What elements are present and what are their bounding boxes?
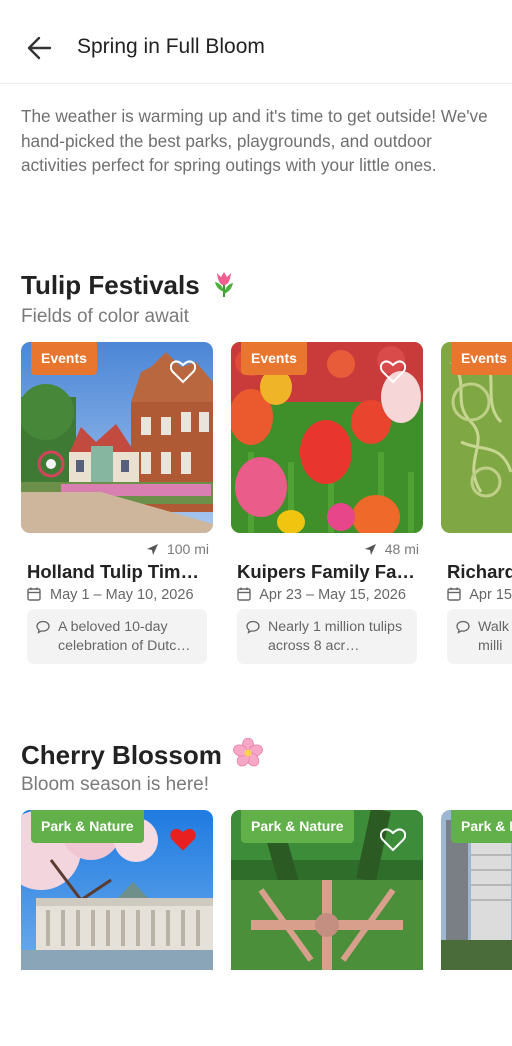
heart-outline-icon[interactable] [380,828,406,852]
category-tag: Events [241,342,307,375]
card-description: Walk milli [447,609,512,664]
category-tag: Events [31,342,97,375]
speech-bubble-icon [36,620,50,634]
section-subtitle: Bloom season is here! [21,774,209,795]
speech-bubble-icon [246,620,260,634]
card-image[interactable]: Park & Nature [441,810,512,970]
section-title-text: Tulip Festivals [21,270,200,300]
calendar-icon [447,587,461,601]
card-image[interactable]: Events [231,342,423,533]
card-image[interactable]: Park & Nature [21,810,213,970]
heart-filled-icon[interactable] [170,828,196,852]
card-date: May 1 – May 10, 2026 [27,587,194,603]
card-title[interactable]: Kuipers Family Fa… [237,561,419,583]
event-card[interactable]: Events 48 mi Kuipers Family Fa… Apr 23 –… [231,342,423,664]
date-text: Apr 23 – May 15, 2026 [259,587,406,603]
section-title-tulip-festivals: Tulip Festivals [21,270,237,305]
tulip-festivals-carousel[interactable]: Events 100 mi Holland Tulip Tim… May 1 –… [0,342,512,672]
card-image[interactable]: Park & Nature [231,810,423,970]
page-title: Spring in Full Bloom [77,35,265,58]
card-description: Nearly 1 million tulips across 8 acr… [237,609,417,664]
intro-text: The weather is warming up and it's time … [21,106,488,175]
park-card[interactable]: Park & Nature [21,810,213,970]
card-description: A beloved 10-day celebration of Dutc… [27,609,207,664]
description-text: Nearly 1 million tulips across 8 acr… [268,619,403,654]
category-tag: Park & Nature [31,810,144,843]
speech-bubble-icon [456,620,470,634]
card-title[interactable]: Richard [447,561,512,583]
location-arrow-icon [147,544,159,555]
distance-label: 100 mi [146,541,209,557]
category-tag: Events [451,342,512,375]
event-card[interactable]: Events Richard Apr 15 Walk milli [441,342,512,664]
park-card[interactable]: Park & Nature [441,810,512,970]
card-date: Apr 23 – May 15, 2026 [237,587,406,603]
cherry-blossom-carousel[interactable]: Park & Nature Park & Nature Park & [0,810,512,970]
location-arrow-icon [364,544,376,555]
category-tag: Park & Nature [241,810,354,843]
date-text: May 1 – May 10, 2026 [50,587,194,603]
event-card[interactable]: Events 100 mi Holland Tulip Tim… May 1 –… [21,342,213,664]
section-title-cherry-blossom: Cherry Blossom [21,737,263,775]
arrow-left-icon [27,36,52,60]
park-card[interactable]: Park & Nature [231,810,423,970]
back-button[interactable] [22,28,58,68]
date-text: Apr 15 [469,587,512,603]
calendar-icon [237,587,251,601]
card-image[interactable]: Events [441,342,512,533]
heart-outline-icon[interactable] [380,360,406,384]
section-title-text: Cherry Blossom [21,740,222,770]
cherry-blossom-emoji [233,737,263,775]
description-text: A beloved 10-day celebration of Dutc… [58,619,191,654]
heart-outline-icon[interactable] [170,360,196,384]
section-subtitle: Fields of color await [21,306,189,327]
card-title[interactable]: Holland Tulip Tim… [27,561,209,583]
distance-text: 100 mi [166,541,209,557]
card-image[interactable]: Events [21,342,213,533]
description-text: Walk milli [478,619,510,654]
distance-text: 48 mi [384,541,419,557]
distance-label: 48 mi [364,541,419,557]
category-tag: Park & Nature [451,810,512,843]
card-date: Apr 15 [447,587,512,603]
calendar-icon [27,587,41,601]
tulip-emoji [211,270,237,305]
app-header: Spring in Full Bloom [0,0,512,84]
